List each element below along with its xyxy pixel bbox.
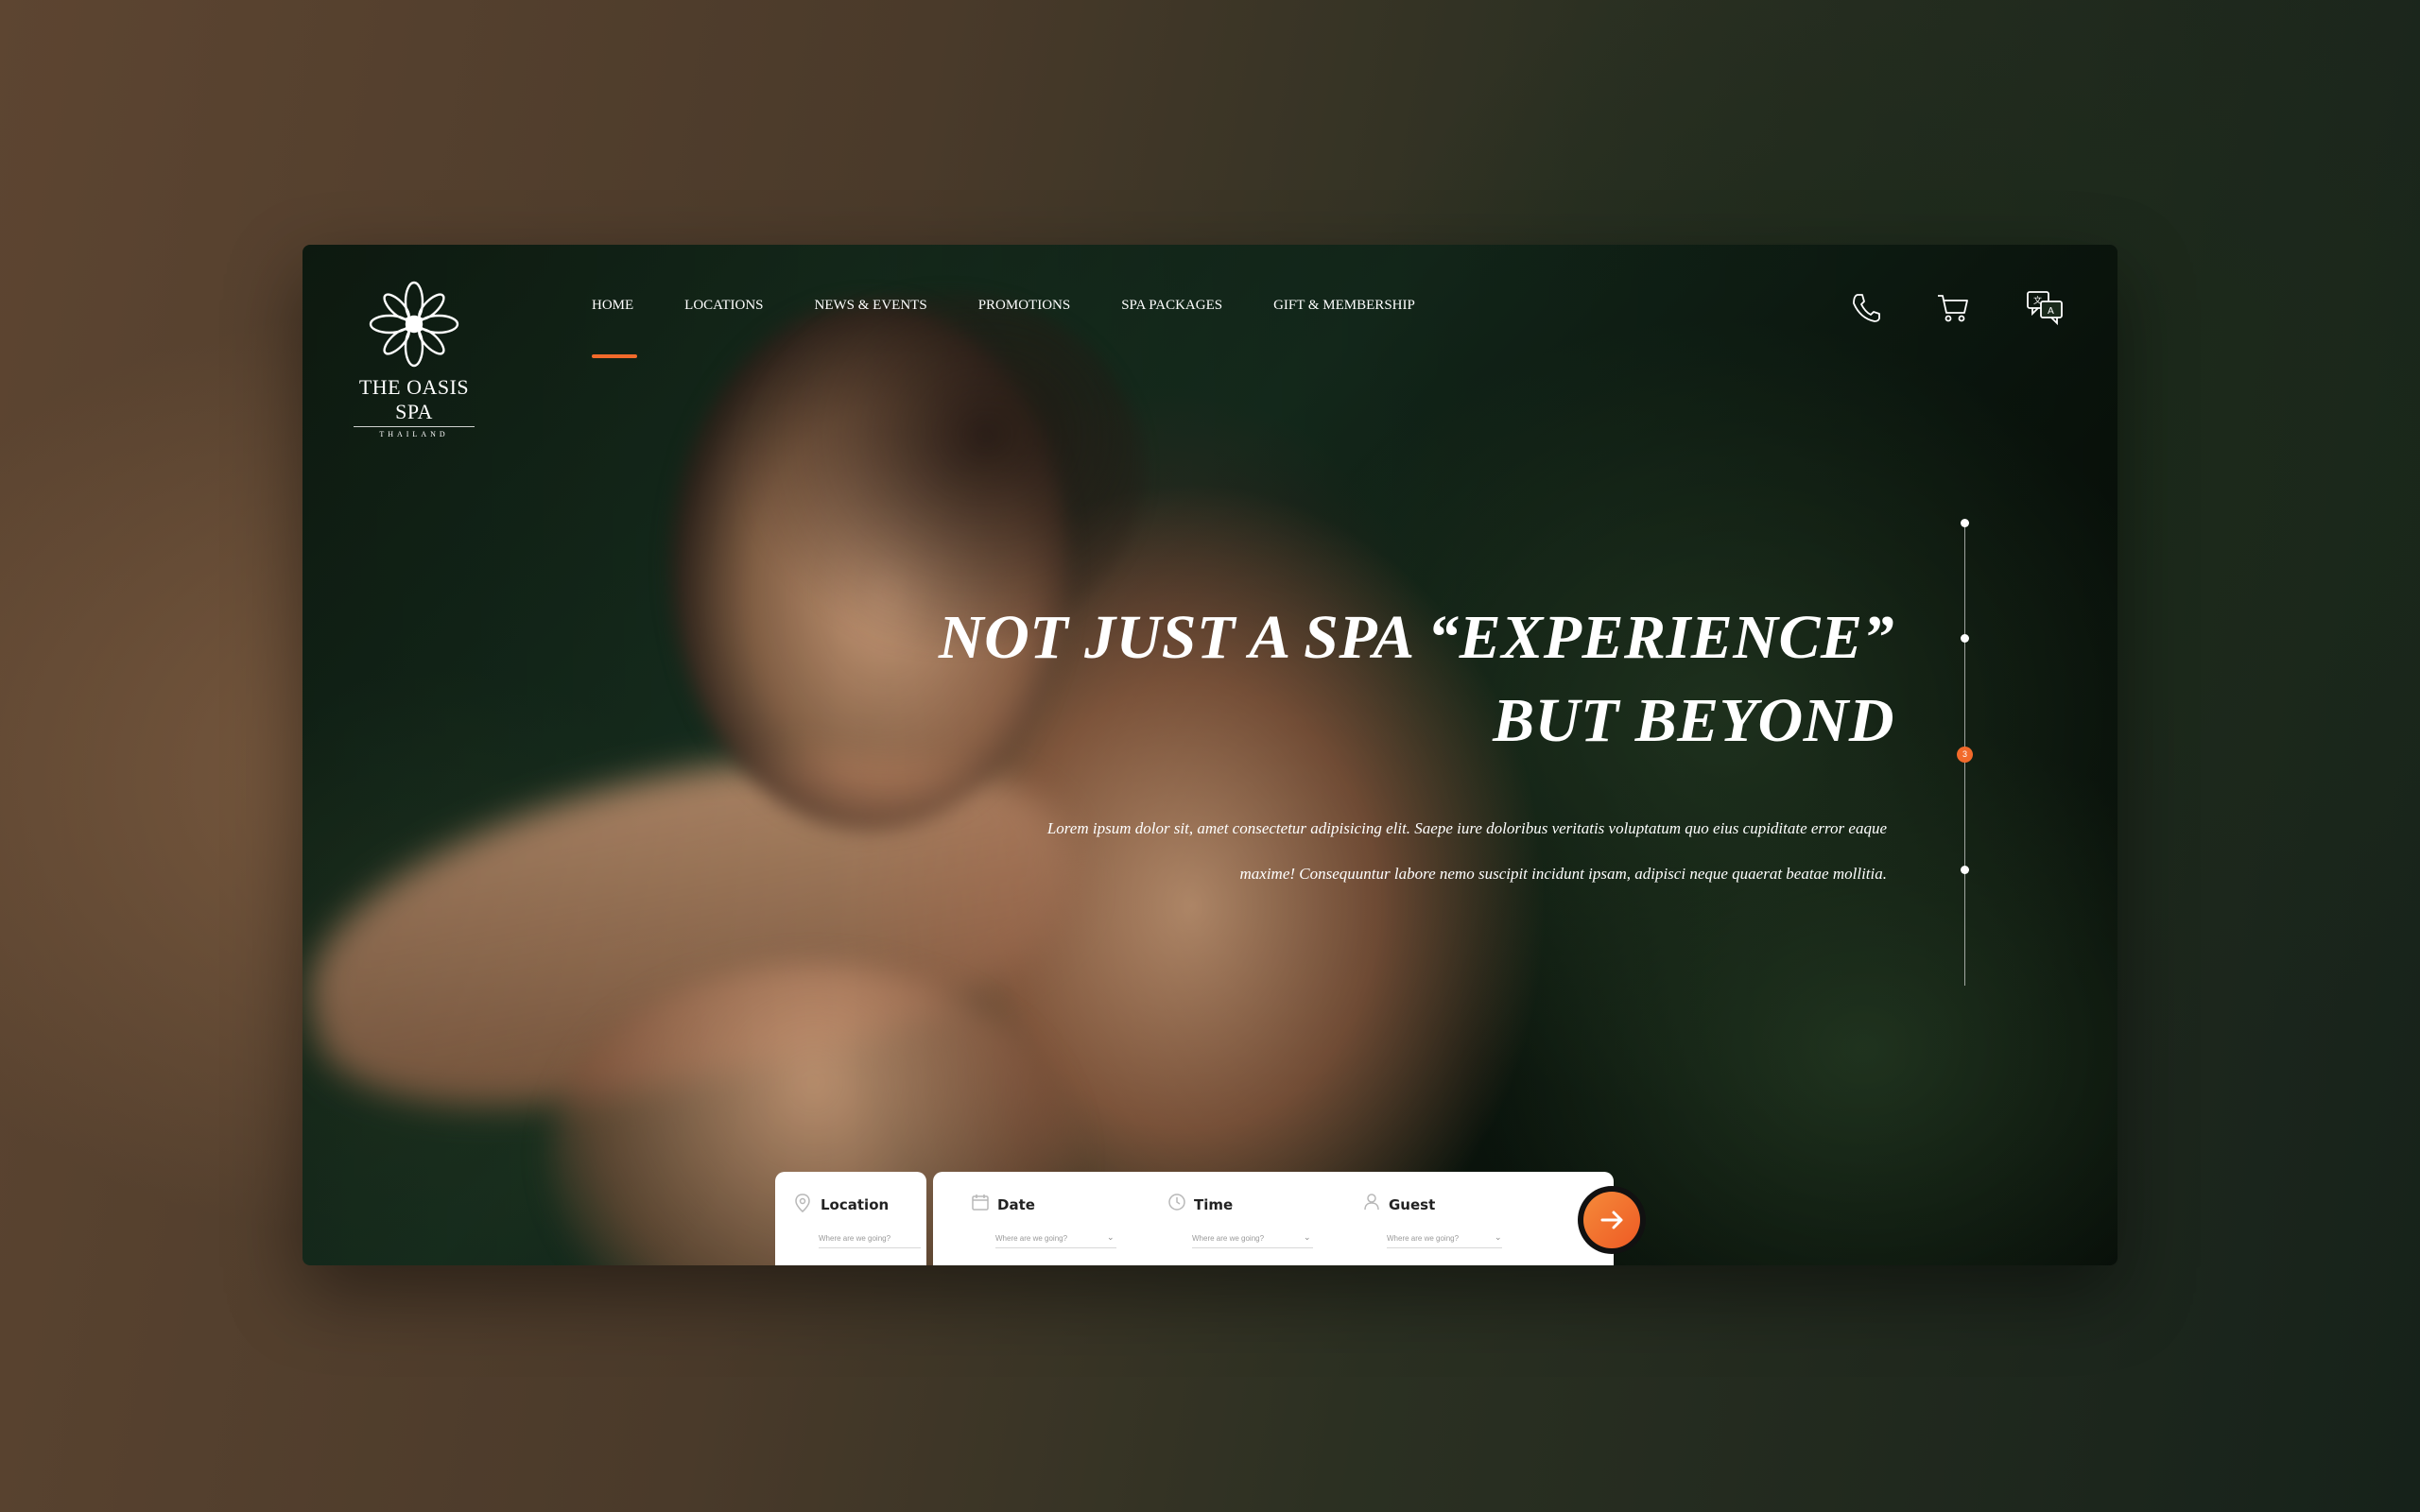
cart-icon: [1938, 295, 1968, 322]
nav-promotions[interactable]: PROMOTIONS: [978, 298, 1071, 314]
guest-underline: [1387, 1247, 1502, 1248]
phone-icon: [1853, 294, 1880, 322]
slider-dot-2[interactable]: [1961, 634, 1969, 643]
chevron-down-icon: ⌄: [1495, 1232, 1502, 1242]
cart-button[interactable]: [1934, 288, 1972, 326]
language-button[interactable]: 文 A: [2025, 288, 2063, 326]
brand-logo[interactable]: THE OASIS SPA THAILAND: [344, 277, 484, 438]
search-submit-fill: [1583, 1192, 1640, 1248]
search-submit-button[interactable]: [1578, 1186, 1646, 1254]
nav-gift-membership[interactable]: GIFT & MEMBERSHIP: [1273, 298, 1415, 314]
location-underline: [819, 1247, 921, 1248]
slider-dot-4[interactable]: [1961, 866, 1969, 874]
date-underline: [995, 1247, 1116, 1248]
slider-dot-active[interactable]: 3: [1957, 747, 1973, 763]
chevron-down-icon: ⌄: [1107, 1232, 1115, 1242]
location-placeholder: Where are we going?: [819, 1234, 891, 1243]
brand-name: THE OASIS SPA: [358, 375, 470, 423]
guest-placeholder: Where are we going?: [1387, 1234, 1460, 1243]
brand-divider: [354, 426, 475, 427]
brand-subtitle: THAILAND: [379, 430, 449, 438]
nav-spa-packages[interactable]: SPA PACKAGES: [1121, 298, 1222, 314]
location-label: Location: [821, 1196, 890, 1213]
translate-icon: 文 A: [2027, 291, 2063, 326]
clock-icon: [1168, 1194, 1185, 1211]
phone-button[interactable]: [1847, 288, 1885, 326]
main-nav: HOME LOCATIONS NEWS & EVENTS PROMOTIONS …: [592, 298, 1466, 358]
time-placeholder: Where are we going?: [1192, 1234, 1265, 1243]
time-underline: [1192, 1247, 1313, 1248]
slider-dot-1[interactable]: [1961, 519, 1969, 527]
date-placeholder: Where are we going?: [995, 1234, 1068, 1243]
nav-home[interactable]: HOME: [592, 298, 638, 358]
lotus-mandala-icon: [369, 281, 459, 368]
date-label: Date: [997, 1196, 1035, 1213]
user-icon: [1364, 1194, 1379, 1211]
hero-description: Lorem ipsum dolor sit, amet consectetur …: [1046, 819, 1887, 883]
calendar-icon: [972, 1194, 989, 1211]
arrow-right-icon: [1600, 1211, 1623, 1229]
nav-locations[interactable]: LOCATIONS: [684, 298, 763, 314]
hero-frame: THE OASIS SPA THAILAND HOME LOCATIONS NE…: [302, 245, 2118, 1265]
booking-location-panel: Location Where are we going?: [775, 1172, 926, 1265]
location-pin-icon: [795, 1194, 810, 1212]
nav-news-events[interactable]: NEWS & EVENTS: [815, 298, 927, 314]
hero-title: NOT JUST A SPA “EXPERIENCE” BUT BEYOND: [938, 603, 1894, 755]
time-label: Time: [1194, 1196, 1234, 1213]
booking-panel: Date Where are we going? ⌄ Time Where ar…: [933, 1172, 1614, 1265]
svg-text:文: 文: [2033, 295, 2042, 306]
svg-text:A: A: [2048, 306, 2054, 317]
guest-label: Guest: [1389, 1196, 1436, 1213]
chevron-down-icon: ⌄: [1304, 1232, 1311, 1242]
